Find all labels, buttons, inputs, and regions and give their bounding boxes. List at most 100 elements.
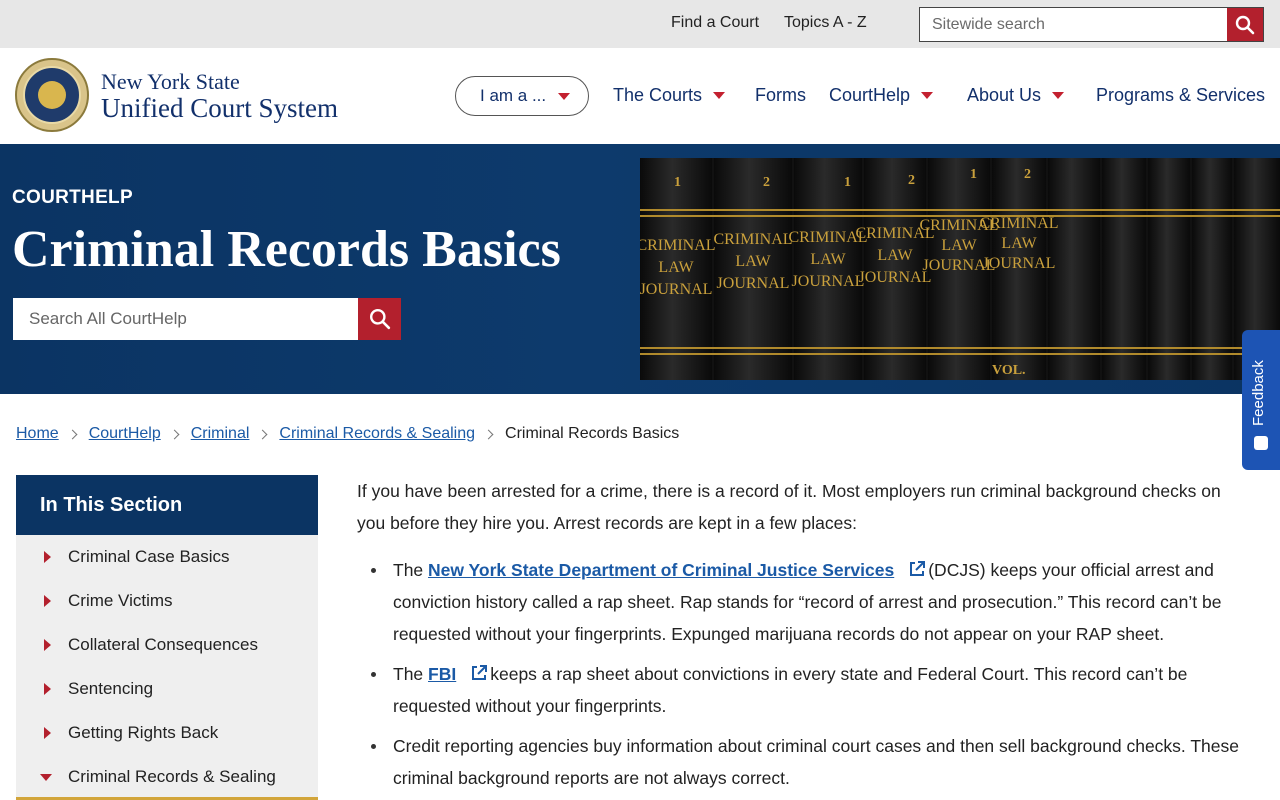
nav-courthelp[interactable]: CourtHelp	[829, 85, 934, 106]
svg-text:2: 2	[1024, 167, 1031, 182]
list-item: The FBI keeps a rap sheet about convictio…	[357, 658, 1247, 722]
sidebar-item-collateral-consequences[interactable]: Collateral Consequences	[16, 623, 318, 667]
sidebar-item-label: Criminal Case Basics	[68, 547, 230, 566]
nav-the-courts[interactable]: The Courts	[613, 85, 726, 106]
list-item-text: The	[393, 560, 424, 580]
sidebar-item-crime-victims[interactable]: Crime Victims	[16, 579, 318, 623]
book-label-criminal: CRIMINAL	[713, 231, 792, 248]
nav-about-us-label: About Us	[967, 85, 1042, 105]
breadcrumb-courthelp[interactable]: CourtHelp	[89, 425, 161, 443]
breadcrumb-criminal-records-sealing[interactable]: Criminal Records & Sealing	[279, 425, 475, 443]
hero-banner: COURTHELP Criminal Records Basics Search…	[0, 144, 1280, 394]
site-brand[interactable]: New York State Unified Court System	[101, 69, 338, 123]
section-kicker: COURTHELP	[12, 187, 133, 208]
book-label-criminal: CRIMINAL	[979, 215, 1058, 232]
list-item-text: keeps a rap sheet about convictions in e…	[393, 664, 1188, 716]
svg-text:2: 2	[763, 175, 770, 190]
book-label-journal: JOURNAL	[859, 269, 932, 286]
nav-courthelp-label: CourtHelp	[829, 85, 911, 105]
sidebar-item-label: Collateral Consequences	[68, 635, 258, 654]
caret-right-icon	[44, 595, 51, 607]
list-item: Credit reporting agencies buy informatio…	[357, 730, 1247, 794]
book-label-journal: JOURNAL	[983, 255, 1056, 272]
book-label-law: LAW	[735, 253, 771, 270]
external-link-icon	[472, 665, 488, 680]
topics-a-z-link[interactable]: Topics A - Z	[784, 14, 867, 32]
fbi-link[interactable]: FBI	[428, 664, 456, 684]
sidebar-item-criminal-records-sealing[interactable]: Criminal Records & Sealing	[16, 755, 318, 799]
book-label-law: LAW	[658, 259, 694, 276]
caret-right-icon	[44, 683, 51, 695]
chevron-down-icon	[713, 92, 726, 99]
breadcrumb-home[interactable]: Home	[16, 425, 59, 443]
law-books-image: CRIMINAL LAW JOURNAL CRIMINAL LAW JOURNA…	[640, 158, 1280, 380]
feedback-tab[interactable]: Feedback	[1242, 330, 1280, 470]
svg-text:1: 1	[970, 167, 977, 182]
breadcrumb-current: Criminal Records Basics	[505, 425, 680, 442]
chevron-right-icon	[483, 429, 494, 439]
search-icon	[1235, 15, 1255, 34]
nys-seal-logo[interactable]	[15, 58, 89, 132]
book-label-journal: JOURNAL	[792, 273, 865, 290]
page-title: Criminal Records Basics	[12, 221, 561, 278]
nav-forms[interactable]: Forms	[755, 85, 806, 106]
list-item-text: Credit reporting agencies buy informatio…	[393, 736, 1239, 788]
book-label-vol: VOL.	[992, 363, 1026, 378]
i-am-a-label: I am a ...	[480, 86, 547, 105]
nav-the-courts-label: The Courts	[613, 85, 703, 105]
book-label-journal: JOURNAL	[717, 275, 790, 292]
chevron-right-icon	[169, 429, 180, 439]
sidebar-item-label: Criminal Records & Sealing	[68, 767, 276, 786]
utility-bar: Find a Court Topics A - Z	[0, 0, 1280, 48]
caret-right-icon	[44, 727, 51, 739]
brand-line-1: New York State	[101, 69, 240, 94]
svg-text:1: 1	[844, 175, 851, 190]
list-item: The New York State Department of Crimina…	[357, 554, 1247, 650]
i-am-a-dropdown[interactable]: I am a ...	[455, 76, 589, 116]
main-content: If you have been arrested for a crime, t…	[357, 475, 1247, 800]
sitewide-search	[919, 7, 1264, 42]
book-label-journal: JOURNAL	[640, 281, 712, 298]
sidebar-item-label: Getting Rights Back	[68, 723, 219, 742]
caret-right-icon	[44, 551, 51, 563]
list-item-text: The	[393, 664, 424, 684]
site-header: New York State Unified Court System I am…	[0, 48, 1280, 144]
chevron-right-icon	[257, 429, 268, 439]
sidebar-item-label: Crime Victims	[68, 591, 173, 610]
svg-text:1: 1	[674, 175, 681, 190]
intro-paragraph: If you have been arrested for a crime, t…	[357, 481, 1221, 533]
nav-about-us[interactable]: About Us	[967, 85, 1065, 106]
chevron-down-icon	[921, 92, 934, 99]
nav-programs-services[interactable]: Programs & Services	[1096, 85, 1265, 106]
nav-forms-label: Forms	[755, 85, 806, 105]
sidebar-item-getting-rights-back[interactable]: Getting Rights Back	[16, 711, 318, 755]
book-label-law: LAW	[1001, 235, 1037, 252]
caret-down-icon	[40, 774, 52, 781]
sidebar-item-criminal-case-basics[interactable]: Criminal Case Basics	[16, 535, 318, 579]
dcjs-link[interactable]: New York State Department of Criminal Ju…	[428, 560, 894, 580]
book-label-law: LAW	[877, 247, 913, 264]
sidebar-item-sentencing[interactable]: Sentencing	[16, 667, 318, 711]
brand-line-2: Unified Court System	[101, 93, 338, 123]
chevron-down-icon	[558, 92, 571, 100]
nav-programs-services-label: Programs & Services	[1096, 85, 1266, 105]
book-label-law: LAW	[810, 251, 846, 268]
external-link-icon	[910, 561, 926, 576]
search-icon	[369, 308, 390, 330]
chevron-right-icon	[67, 429, 78, 439]
sitewide-search-input[interactable]	[920, 8, 1225, 41]
book-label-law: LAW	[941, 237, 977, 254]
find-a-court-link[interactable]: Find a Court	[671, 14, 759, 32]
records-list: The New York State Department of Crimina…	[357, 554, 1247, 794]
sitewide-search-button[interactable]	[1227, 8, 1263, 41]
courthelp-search	[13, 298, 401, 340]
breadcrumb-criminal[interactable]: Criminal	[191, 425, 250, 443]
feedback-label: Feedback	[1250, 360, 1267, 426]
sidebar-nav: Criminal Case Basics Crime Victims Colla…	[16, 535, 318, 800]
feedback-icon	[1254, 436, 1268, 450]
sidebar-title: In This Section	[16, 475, 318, 535]
sidebar-item-label: Sentencing	[68, 679, 154, 698]
courthelp-search-button[interactable]	[358, 298, 401, 340]
chevron-down-icon	[1052, 92, 1065, 99]
courthelp-search-input[interactable]	[13, 298, 353, 340]
